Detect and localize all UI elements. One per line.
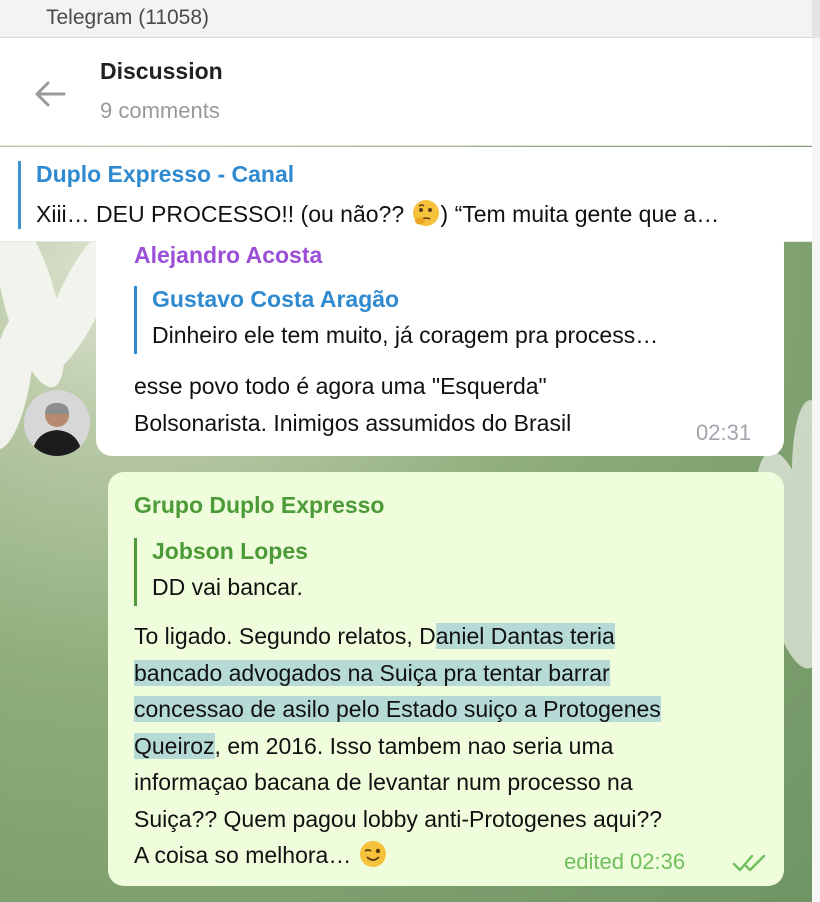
reply-bar bbox=[134, 538, 137, 606]
avatar[interactable] bbox=[24, 390, 90, 456]
discussion-header: Discussion 9 comments bbox=[0, 38, 812, 146]
pinned-post-preview: Xiii… DEU PROCESSO!! (ou não?? ) “Tem mu… bbox=[36, 198, 796, 228]
reply-bar bbox=[134, 286, 137, 354]
highlighted-text: bancado advogados na Suiça pra tentar ba… bbox=[134, 659, 610, 686]
message-line: Queiroz, em 2016. Isso tambem nao seria … bbox=[134, 728, 662, 765]
text-span: A coisa so melhora… bbox=[134, 842, 358, 868]
window-titlebar: Telegram (11058) bbox=[0, 0, 820, 38]
reply-author: Gustavo Costa Aragão bbox=[152, 286, 400, 312]
highlighted-text: concessao de asilo pelo Estado suiço a P… bbox=[134, 696, 661, 722]
highlighted-text: aniel Dantas teria bbox=[435, 623, 615, 649]
reply-quote[interactable]: Gustavo Costa Aragão Dinheiro ele tem mu… bbox=[134, 286, 774, 356]
reply-text: Dinheiro ele tem muito, já coragem pra p… bbox=[152, 322, 659, 348]
message-line: Bolsonarista. Inimigos assumidos do Bras… bbox=[134, 409, 572, 436]
reply-text: DD vai bancar. bbox=[152, 574, 303, 600]
reply-quote[interactable]: Jobson Lopes DD vai bancar. bbox=[134, 538, 774, 608]
message-text: esse povo todo é agora uma "Esquerda" Bo… bbox=[134, 368, 571, 441]
message-text: To ligado. Segundo relatos, Daniel Danta… bbox=[134, 618, 662, 874]
text-span: To ligado. Segundo relatos, D bbox=[134, 623, 436, 649]
pinned-text-after: ) “Tem muita gente que a… bbox=[440, 201, 720, 227]
thinking-face-icon bbox=[412, 200, 439, 226]
highlighted-text: Queiroz bbox=[134, 732, 215, 759]
message-line: Suiça?? Quem pagou lobby anti-Protogenes… bbox=[134, 805, 663, 832]
back-button[interactable] bbox=[30, 74, 70, 114]
arrow-left-icon bbox=[35, 81, 66, 107]
pinned-text-before: Xiii… DEU PROCESSO!! (ou não?? bbox=[36, 201, 411, 227]
pinned-channel-name: Duplo Expresso - Canal bbox=[36, 161, 295, 187]
message-line: To ligado. Segundo relatos, Daniel Danta… bbox=[134, 618, 662, 655]
titlebar-edge bbox=[812, 0, 820, 38]
message-bubble[interactable]: Alejandro Acosta Gustavo Costa Aragão Di… bbox=[96, 228, 784, 456]
window-scrollbar-track[interactable] bbox=[812, 38, 820, 902]
message-bubble[interactable]: Grupo Duplo Expresso Jobson Lopes DD vai… bbox=[108, 472, 784, 886]
text-span: , em 2016. Isso tambem nao seria uma bbox=[214, 732, 614, 759]
message-line: concessao de asilo pelo Estado suiço a P… bbox=[134, 691, 662, 728]
sender-name[interactable]: Grupo Duplo Expresso bbox=[134, 492, 384, 519]
message-line: bancado advogados na Suiça pra tentar ba… bbox=[134, 655, 662, 692]
double-check-icon bbox=[732, 854, 766, 872]
pinned-accent-bar bbox=[18, 161, 21, 229]
window-title: Telegram (11058) bbox=[46, 6, 210, 29]
user-photo-icon bbox=[24, 390, 90, 456]
reply-author: Jobson Lopes bbox=[152, 538, 308, 564]
message-time: 02:31 bbox=[696, 420, 752, 445]
page-title: Discussion bbox=[100, 58, 223, 84]
message-time: edited 02:36 bbox=[564, 849, 686, 874]
message-line: esse povo todo é agora uma "Esquerda" bbox=[134, 373, 547, 399]
comment-count: 9 comments bbox=[100, 98, 220, 123]
sender-name[interactable]: Alejandro Acosta bbox=[134, 242, 322, 269]
winking-face-icon bbox=[359, 841, 386, 867]
message-line: informaçao bacana de levantar num proces… bbox=[134, 769, 633, 795]
